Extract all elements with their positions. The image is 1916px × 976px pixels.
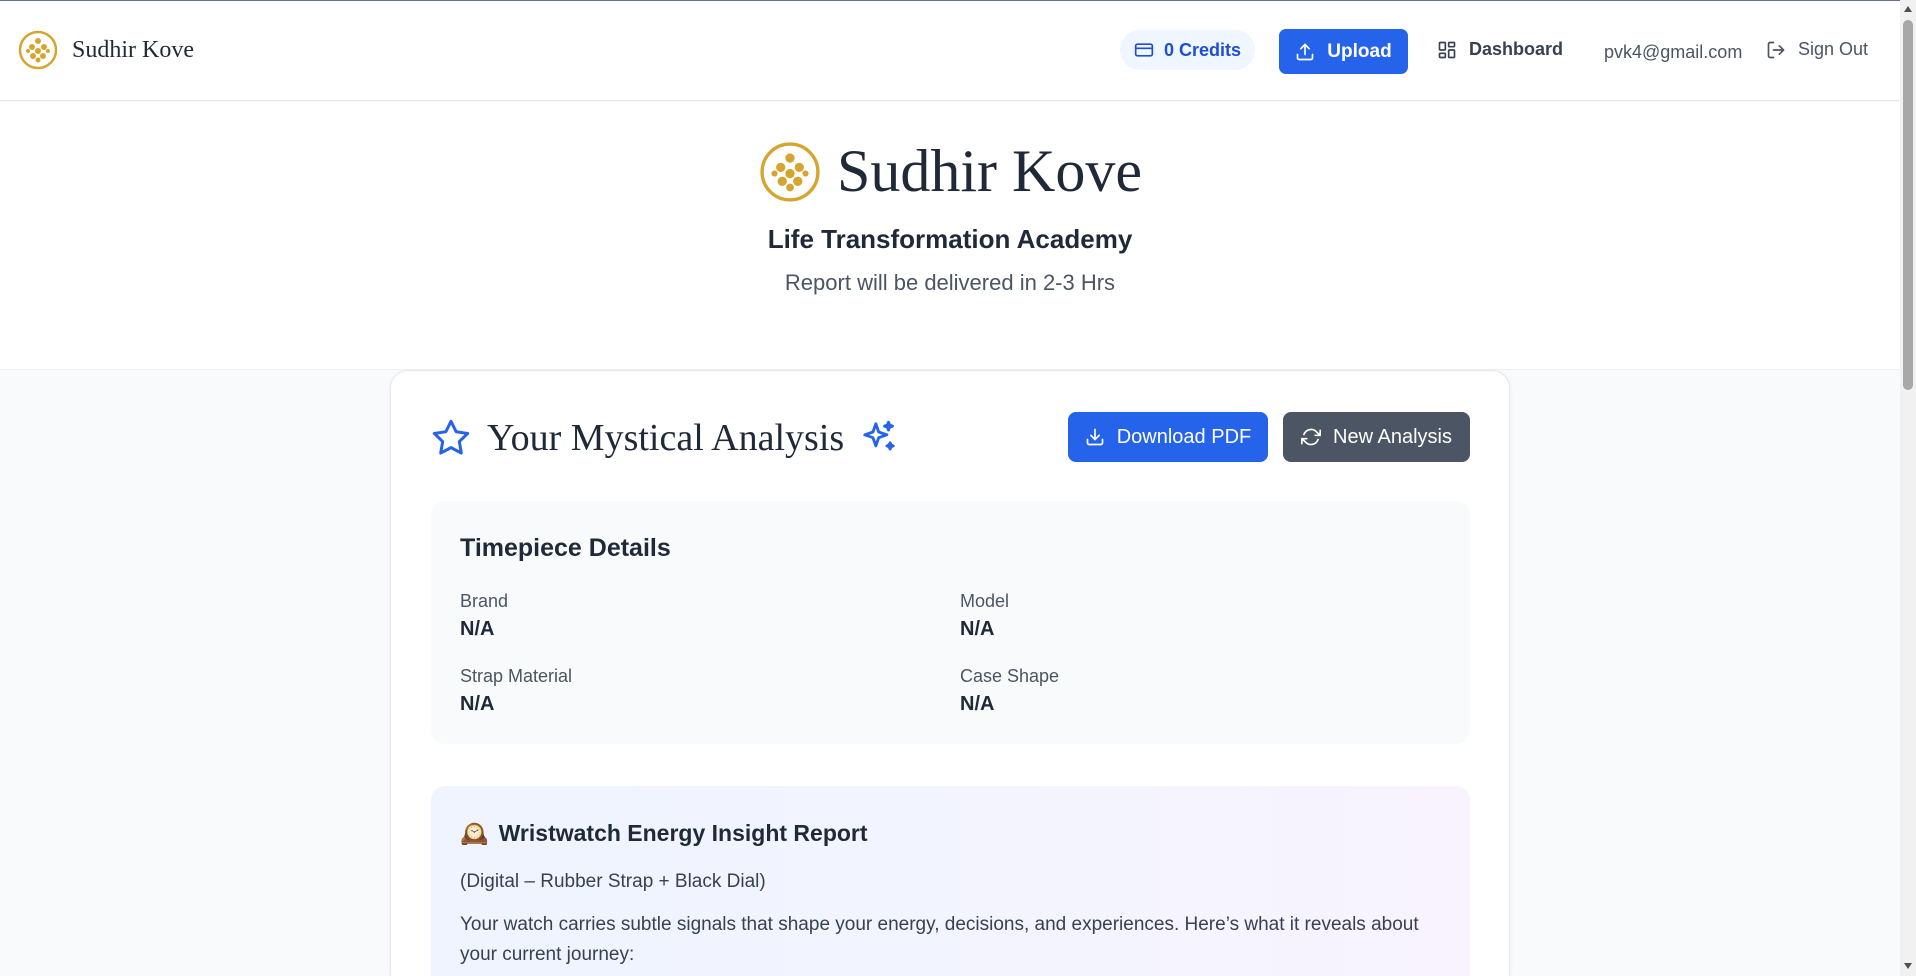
scroll-up-arrow-icon[interactable] — [1904, 6, 1912, 12]
scroll-down-arrow-icon[interactable] — [1904, 963, 1912, 969]
star-icon — [432, 419, 470, 455]
analysis-card: Your Mystical Analysis Download PDF New … — [390, 370, 1510, 976]
brand-value: N/A — [460, 618, 495, 640]
navbar: Sudhir Kove 0 Credits Upload Dashboard p… — [0, 1, 1900, 101]
dashboard-link[interactable]: Dashboard — [1437, 39, 1563, 60]
credits-badge[interactable]: 0 Credits — [1120, 30, 1256, 70]
page-header: Sudhir Kove Life Transformation Academy … — [0, 102, 1900, 370]
analysis-heading: Your Mystical Analysis — [431, 416, 898, 460]
timepiece-details: Timepiece Details Brand N/A Model N/A St… — [431, 501, 1470, 744]
insight-title: Wristwatch Energy Insight Report — [498, 820, 868, 846]
dashboard-label: Dashboard — [1469, 39, 1564, 59]
dashboard-icon — [1438, 41, 1456, 58]
insight-subtitle: (Digital – Rubber Strap + Black Dial) — [460, 871, 766, 892]
page-scrollbar[interactable] — [1900, 0, 1916, 976]
model-field: Model N/A — [960, 591, 1009, 641]
clock-icon: 🕰️ — [460, 820, 489, 846]
upload-label: Upload — [1327, 40, 1392, 62]
brand-field: Brand N/A — [460, 591, 508, 641]
case-field: Case Shape N/A — [960, 666, 1059, 716]
download-icon — [1086, 428, 1104, 446]
analysis-title: Your Mystical Analysis — [487, 417, 845, 459]
download-pdf-button[interactable]: Download PDF — [1068, 412, 1268, 462]
upload-icon — [1296, 43, 1314, 60]
upload-button[interactable]: Upload — [1279, 29, 1408, 74]
hero-subtitle: Life Transformation Academy — [767, 224, 1133, 254]
brand-name: Sudhir Kove — [72, 36, 194, 63]
credit-card-icon — [1134, 43, 1154, 57]
model-value: N/A — [960, 618, 995, 640]
refresh-icon — [1301, 428, 1322, 446]
user-email: pvk4@gmail.com — [1604, 42, 1743, 62]
details-title: Timepiece Details — [460, 534, 671, 562]
strap-value: N/A — [460, 693, 495, 715]
sparkles-icon — [863, 420, 895, 451]
scroll-thumb[interactable] — [1903, 20, 1913, 390]
hero-title: Sudhir Kove — [759, 137, 1142, 206]
insight-heading: 🕰️ Wristwatch Energy Insight Report — [460, 820, 868, 847]
logo-icon — [760, 141, 820, 202]
brand-label: Brand — [460, 591, 509, 611]
strap-field: Strap Material N/A — [460, 666, 572, 716]
sign-out-button[interactable]: Sign Out — [1766, 39, 1868, 60]
logo-icon — [18, 30, 58, 70]
brand-link[interactable]: Sudhir Kove — [18, 30, 194, 70]
sign-out-label: Sign Out — [1798, 39, 1869, 59]
strap-label: Strap Material — [460, 666, 573, 686]
new-analysis-label: New Analysis — [1333, 425, 1452, 448]
insight-body: Your watch carries subtle signals that s… — [460, 914, 1419, 965]
model-label: Model — [960, 591, 1010, 611]
credits-label: 0 Credits — [1164, 39, 1242, 60]
case-value: N/A — [960, 693, 995, 715]
delivery-note: Report will be delivered in 2-3 Hrs — [784, 270, 1116, 295]
download-pdf-label: Download PDF — [1116, 425, 1252, 448]
log-out-icon — [1767, 41, 1785, 58]
hero-name: Sudhir Kove — [837, 138, 1142, 204]
new-analysis-button[interactable]: New Analysis — [1283, 412, 1470, 462]
energy-insight-report: 🕰️ Wristwatch Energy Insight Report (Dig… — [431, 786, 1470, 976]
case-label: Case Shape — [960, 666, 1060, 686]
